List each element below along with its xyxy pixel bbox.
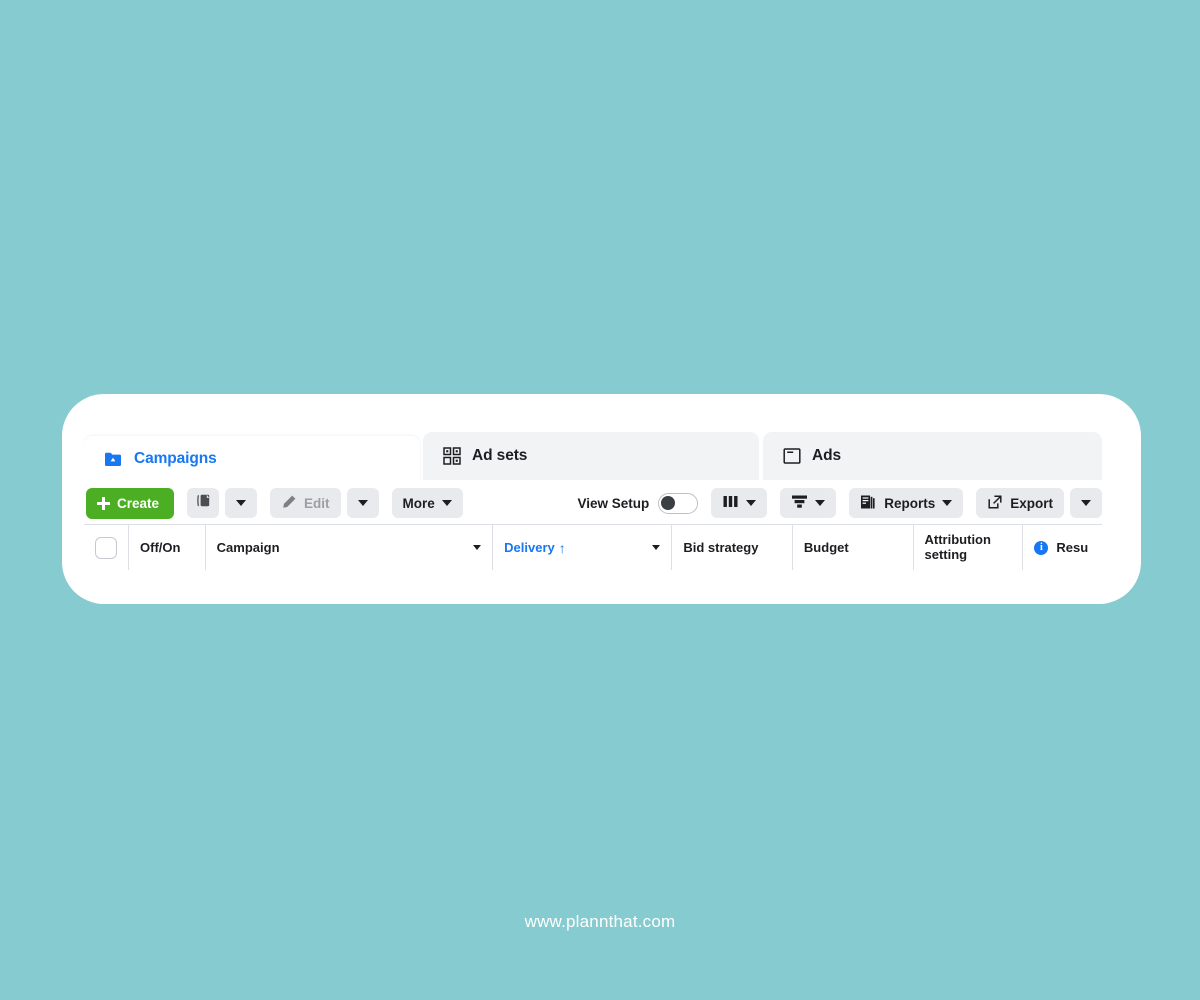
breakdown-icon: [791, 494, 808, 512]
folder-campaign-icon: [104, 450, 123, 469]
column-header-budget-label: Budget: [803, 540, 849, 555]
chevron-down-icon: [942, 500, 953, 506]
chevron-down-icon: [441, 500, 452, 506]
info-icon[interactable]: i: [1034, 540, 1049, 555]
export-button[interactable]: Export: [976, 488, 1064, 518]
column-header-attribution-label2: setting: [924, 546, 968, 562]
chevron-down-icon: [236, 500, 247, 506]
reports-icon: [860, 494, 877, 513]
column-header-results[interactable]: i Resu: [1023, 525, 1102, 570]
tab-ads-label: Ads: [812, 447, 841, 464]
tab-campaigns[interactable]: Campaigns: [84, 436, 420, 482]
tab-ad-sets-label: Ad sets: [472, 447, 528, 464]
create-button-label: Create: [117, 495, 160, 511]
tab-bar: Campaigns Ad sets Ads: [84, 432, 1102, 482]
plus-icon: [97, 496, 110, 510]
reports-button-label: Reports: [884, 495, 936, 511]
column-header-attribution-label: Attribution: [924, 531, 991, 547]
column-header-results-label: Resu: [1056, 540, 1089, 555]
columns-button[interactable]: [711, 488, 768, 518]
edit-button[interactable]: Edit: [270, 488, 341, 518]
column-header-off-on-label: Off/On: [140, 540, 181, 555]
more-button[interactable]: More: [391, 488, 463, 518]
grid-adsets-icon: [443, 447, 461, 465]
create-button[interactable]: Create: [86, 487, 175, 519]
chevron-down-icon[interactable]: [652, 545, 661, 550]
column-header-delivery-label: Delivery: [504, 540, 555, 555]
columns-icon: [722, 494, 739, 512]
column-header-attribution-setting[interactable]: Attribution setting: [914, 525, 1024, 570]
duplicate-dropdown-button[interactable]: [225, 488, 258, 518]
sort-ascending-icon: ↑: [558, 539, 566, 556]
more-button-label: More: [402, 495, 435, 511]
column-header-bid-strategy[interactable]: Bid strategy: [672, 525, 793, 570]
chevron-down-icon: [1081, 500, 1091, 506]
screenshot-card: Campaigns Ad sets Ads Create Edit More V…: [62, 394, 1141, 604]
window-ads-icon: [783, 447, 801, 465]
ads-manager-panel: Campaigns Ad sets Ads Create Edit More V…: [84, 432, 1102, 604]
column-header-bid-strategy-label: Bid strategy: [683, 540, 759, 555]
chevron-down-icon: [815, 500, 826, 506]
chevron-down-icon[interactable]: [473, 545, 482, 550]
tab-ads[interactable]: Ads: [763, 432, 1102, 480]
chevron-down-icon: [746, 500, 757, 506]
edit-button-label: Edit: [304, 495, 330, 511]
export-dropdown-button[interactable]: [1070, 488, 1102, 518]
export-button-label: Export: [1010, 495, 1053, 511]
external-link-icon: [987, 494, 1003, 513]
view-setup-control: View Setup: [577, 492, 699, 514]
tab-campaigns-label: Campaigns: [134, 450, 217, 467]
breakdown-button[interactable]: [780, 488, 837, 518]
chevron-down-icon: [357, 500, 368, 506]
pencil-icon: [281, 494, 297, 513]
select-all-cell: [84, 525, 129, 570]
watermark-url: www.plannthat.com: [524, 912, 676, 931]
tab-ad-sets[interactable]: Ad sets: [423, 432, 759, 480]
edit-dropdown-button[interactable]: [346, 488, 379, 518]
campaigns-table-header: Off/On Campaign Delivery ↑ Bid strategy …: [84, 524, 1102, 570]
column-header-budget[interactable]: Budget: [793, 525, 914, 570]
toolbar: Create Edit More View Setup Reports Expo…: [84, 480, 1102, 524]
column-header-delivery[interactable]: Delivery ↑: [493, 525, 673, 570]
duplicate-button[interactable]: [187, 488, 220, 518]
column-header-off-on[interactable]: Off/On: [129, 525, 206, 570]
reports-button[interactable]: Reports: [849, 488, 964, 518]
view-setup-toggle[interactable]: [658, 492, 699, 514]
select-all-checkbox[interactable]: [95, 536, 117, 559]
column-header-campaign[interactable]: Campaign: [206, 525, 494, 570]
duplicate-icon: [195, 493, 212, 513]
toggle-knob: [661, 495, 676, 510]
view-setup-label: View Setup: [577, 495, 650, 511]
column-header-campaign-label: Campaign: [216, 540, 280, 555]
